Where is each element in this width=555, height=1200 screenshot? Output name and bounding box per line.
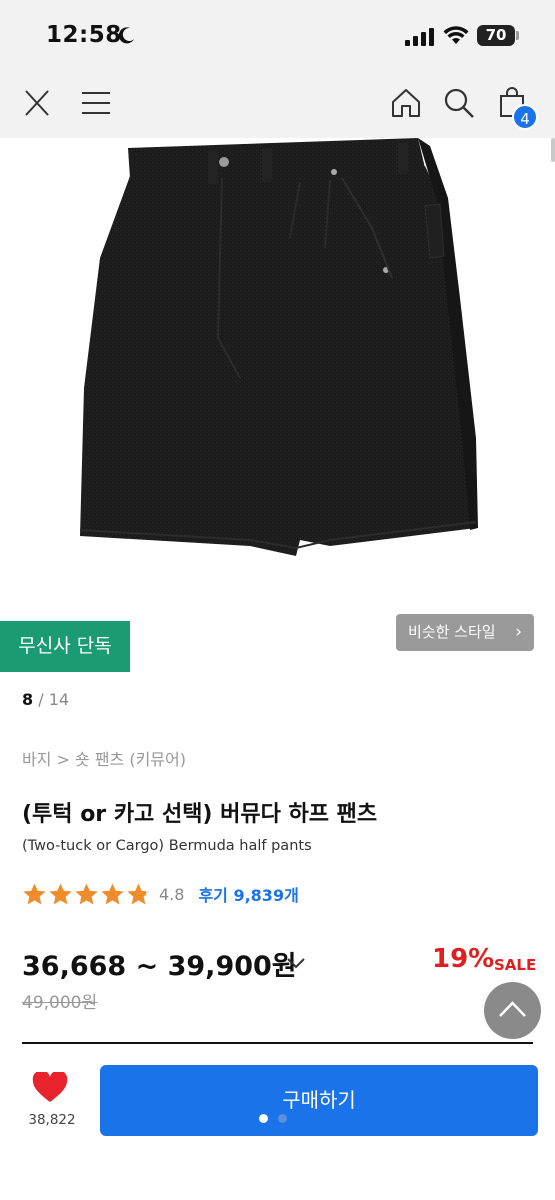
total-image-count: 14 [48, 690, 70, 709]
star-rating [22, 882, 151, 906]
product-photo-denim-shorts [79, 138, 478, 556]
cart-count-badge[interactable]: 4 [512, 104, 538, 130]
product-subtitle: (Two-tuck or Cargo) Bermuda half pants [22, 838, 312, 854]
heart-icon[interactable] [32, 1072, 68, 1104]
star-icon [101, 883, 124, 905]
section-divider [22, 1042, 533, 1044]
pager-dots [259, 1114, 287, 1123]
similar-style-button[interactable]: 비슷한 스타일 › [396, 614, 534, 651]
scroll-to-top-button[interactable] [484, 982, 541, 1039]
wifi-icon [443, 26, 469, 44]
page-separator: / [33, 690, 49, 709]
pager-dot-inactive [278, 1114, 287, 1123]
star-icon [49, 883, 72, 905]
chevron-right-icon: › [515, 622, 522, 642]
rating-row: 4.8 후기 9,839개 [22, 880, 299, 908]
star-icon [127, 883, 150, 905]
discount-rate: 19% [432, 944, 495, 974]
rating-value: 4.8 [159, 884, 185, 904]
price-range: 36,668 ~ 39,900원 [22, 951, 297, 982]
cellular-signal-icon [405, 28, 434, 46]
moon-icon [118, 27, 134, 44]
buy-button[interactable]: 구매하기 [100, 1065, 538, 1136]
original-price: 49,000원 [22, 993, 98, 1013]
scroll-indicator [551, 138, 555, 162]
battery-nub [516, 31, 519, 40]
star-icon [75, 883, 98, 905]
status-bar: 12:58 70 [0, 0, 555, 70]
product-title: (투턱 or 카고 선택) 버뮤다 하프 팬츠 [22, 802, 378, 827]
image-page-counter: 8 / 14 [22, 690, 69, 709]
current-image-index: 8 [22, 690, 34, 709]
close-icon[interactable] [24, 89, 50, 117]
similar-style-label: 비슷한 스타일 [408, 623, 496, 641]
home-icon[interactable] [391, 88, 421, 118]
star-icon [23, 883, 46, 905]
hamburger-menu-icon[interactable] [82, 91, 110, 115]
review-count-link[interactable]: 후기 9,839개 [198, 882, 298, 906]
sale-label: SALE [494, 956, 537, 974]
battery-indicator: 70 [477, 25, 515, 46]
product-image-carousel[interactable] [0, 138, 555, 672]
breadcrumb[interactable]: 바지 > 숏 팬츠 (키뮤어) [22, 746, 186, 770]
chevron-down-icon[interactable] [286, 956, 306, 970]
chevron-up-icon [499, 1001, 526, 1017]
like-count: 38,822 [28, 1112, 76, 1128]
exclusive-badge: 무신사 단독 [0, 621, 130, 672]
pager-dot-active [259, 1114, 268, 1123]
status-time: 12:58 [46, 22, 122, 48]
search-icon[interactable] [443, 87, 475, 119]
